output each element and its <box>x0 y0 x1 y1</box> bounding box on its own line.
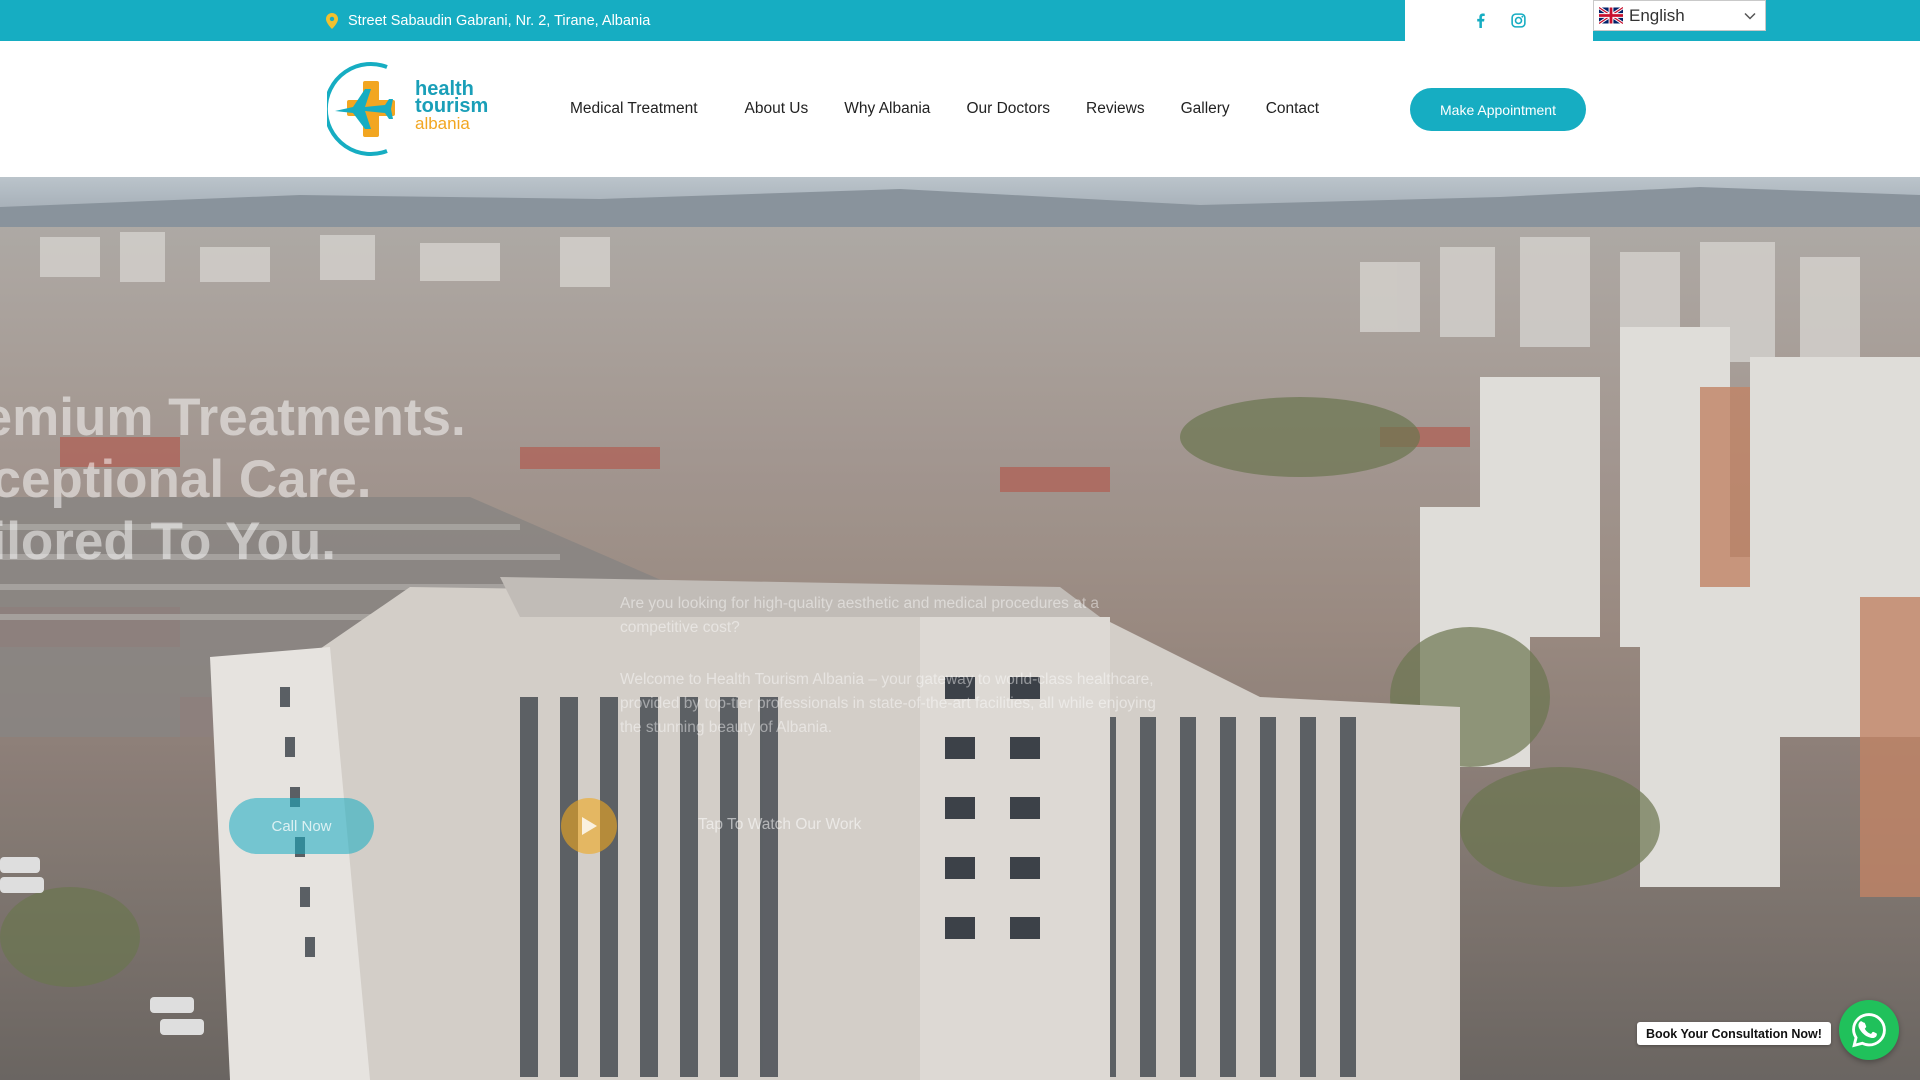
hero-body-text: Welcome to Health Tourism Albania – your… <box>620 671 1156 736</box>
main-nav: Medical Treatment About Us Why Albania O… <box>570 41 1355 177</box>
uk-flag-icon <box>1599 7 1623 24</box>
map-pin-icon <box>326 12 338 29</box>
site-logo[interactable]: health tourism albania <box>327 59 492 159</box>
hero-section: remium Treatments. xceptional Care. ailo… <box>0 177 1920 1080</box>
make-appointment-button[interactable]: Make Appointment <box>1410 88 1586 131</box>
headline-line-2: xceptional Care. <box>0 450 372 509</box>
nav-item-our-doctors[interactable]: Our Doctors <box>966 100 1050 118</box>
social-links <box>1405 0 1593 41</box>
hero-subtitle: Are you looking for high-quality aesthet… <box>620 595 1100 636</box>
chevron-down-icon <box>1744 12 1756 20</box>
language-label: English <box>1629 5 1685 25</box>
play-icon <box>582 817 597 835</box>
logo-line-3: albania <box>415 114 470 133</box>
watch-video-link[interactable]: Tap To Watch Our Work <box>698 816 861 834</box>
hero-headline: remium Treatments. xceptional Care. ailo… <box>0 387 466 573</box>
call-now-button[interactable]: Call Now <box>229 798 374 854</box>
top-bar: Street Sabaudin Gabrani, Nr. 2, Tirane, … <box>0 0 1920 41</box>
whatsapp-button[interactable] <box>1839 1000 1899 1060</box>
language-select[interactable]: English <box>1593 0 1766 31</box>
instagram-icon[interactable] <box>1510 13 1526 29</box>
book-consultation-tooltip[interactable]: Book Your Consultation Now! <box>1637 1022 1831 1045</box>
address-bar: Street Sabaudin Gabrani, Nr. 2, Tirane, … <box>326 0 650 41</box>
nav-item-gallery[interactable]: Gallery <box>1181 100 1230 118</box>
whatsapp-icon <box>1852 1013 1886 1048</box>
headline-line-1: remium Treatments. <box>0 388 466 447</box>
nav-item-reviews[interactable]: Reviews <box>1086 100 1145 118</box>
play-video-button[interactable] <box>561 798 617 854</box>
site-header: health tourism albania Medical Treatment… <box>0 41 1920 177</box>
facebook-icon[interactable] <box>1472 13 1488 29</box>
nav-item-why-albania[interactable]: Why Albania <box>844 100 930 118</box>
nav-item-medical-treatment[interactable]: Medical Treatment <box>570 100 698 118</box>
logo-text: health tourism albania <box>415 79 489 133</box>
hero-description: Are you looking for high-quality aesthet… <box>620 592 1160 768</box>
nav-item-about-us[interactable]: About Us <box>745 100 809 118</box>
nav-item-contact[interactable]: Contact <box>1266 100 1319 118</box>
headline-line-3: ailored To You. <box>0 512 336 571</box>
logo-line-2: tourism <box>415 95 489 117</box>
address-text: Street Sabaudin Gabrani, Nr. 2, Tirane, … <box>348 12 651 29</box>
logo-mark-icon <box>327 62 395 156</box>
